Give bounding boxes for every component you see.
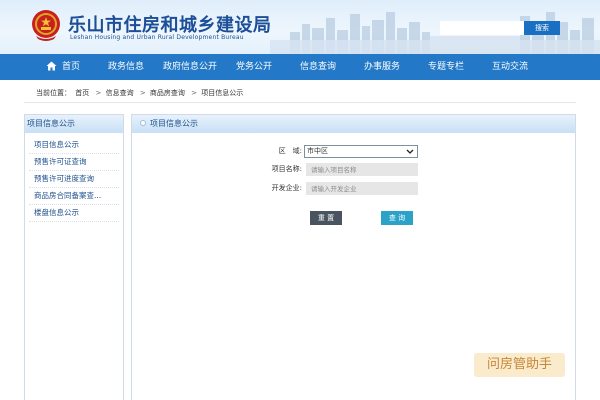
breadcrumb-separator: > [191, 89, 198, 97]
breadcrumb-item-info-query[interactable]: 信息查询 [106, 89, 134, 97]
sidebar-item-presale-progress[interactable]: 预售许可进度查询 [29, 171, 119, 188]
sidebar: 项目信息公示 项目信息公示 预售许可证查询 预售许可进度查询 商品房合同备案查.… [24, 114, 124, 400]
nav-item-gov-disclosure[interactable]: 政府信息公开 [156, 54, 224, 80]
panel-header: 项目信息公示 [132, 115, 575, 133]
breadcrumb-item-home[interactable]: 首页 [75, 89, 89, 97]
sidebar-title: 项目信息公示 [25, 115, 123, 133]
breadcrumb-divider [24, 102, 576, 103]
developer-input[interactable] [306, 182, 418, 195]
nav-item-services[interactable]: 办事服务 [356, 54, 408, 80]
site-header: 乐山市住房和城乡建设局 Leshan Housing and Urban Rur… [0, 0, 600, 54]
developer-label: 开发企业: [271, 184, 302, 192]
site-subtitle: Leshan Housing and Urban Rural Developme… [70, 34, 244, 41]
project-name-label: 项目名称: [271, 165, 302, 173]
watermark-badge: 问房管助手 [474, 353, 565, 377]
search-button[interactable]: 搜索 [524, 21, 560, 35]
reset-button[interactable]: 重 置 [310, 211, 342, 225]
nav-item-interaction[interactable]: 互动交流 [484, 54, 536, 80]
nav-item-info-query[interactable]: 信息查询 [292, 54, 344, 80]
region-label: 区 域: [278, 147, 302, 155]
region-select-value: 市中区 [307, 147, 328, 155]
query-button[interactable]: 查 询 [381, 211, 413, 225]
nav-item-home[interactable]: 首页 [40, 54, 86, 80]
sidebar-item-contract-filing[interactable]: 商品房合同备案查... [29, 188, 119, 205]
breadcrumb-prefix: 当前位置： [36, 89, 71, 97]
sidebar-menu: 项目信息公示 预售许可证查询 预售许可进度查询 商品房合同备案查... 楼盘信息… [25, 133, 123, 222]
panel-title: 项目信息公示 [150, 119, 198, 128]
main-nav: 首页 政务信息 政府信息公开 党务公开 信息查询 办事服务 专题专栏 互动交流 [0, 54, 600, 80]
nav-item-label: 首页 [61, 62, 80, 72]
region-row: 区 域: 市中区 [132, 145, 575, 158]
region-select[interactable]: 市中区 [304, 145, 418, 158]
nav-item-gov-info[interactable]: 政务信息 [100, 54, 152, 80]
breadcrumb-separator: > [139, 89, 146, 97]
breadcrumb-item-current: 项目信息公示 [201, 89, 244, 97]
breadcrumb: 当前位置： 首页 > 信息查询 > 商品房查询 > 项目信息公示 [36, 86, 245, 100]
breadcrumb-item-housing-query[interactable]: 商品房查询 [150, 89, 185, 97]
home-icon [46, 61, 57, 70]
nav-item-party-affairs[interactable]: 党务公开 [228, 54, 280, 80]
project-name-input[interactable] [306, 163, 418, 176]
breadcrumb-separator: > [95, 89, 102, 97]
sidebar-item-project-info[interactable]: 项目信息公示 [29, 137, 119, 154]
project-name-row: 项目名称: [132, 163, 575, 176]
developer-row: 开发企业: [132, 182, 575, 195]
national-emblem-icon [32, 10, 60, 41]
chevron-down-icon [406, 149, 414, 154]
sidebar-item-property-info[interactable]: 楼盘信息公示 [29, 205, 119, 222]
bullet-icon [140, 119, 146, 126]
nav-item-special-topics[interactable]: 专题专栏 [420, 54, 472, 80]
search-input[interactable] [440, 21, 524, 35]
sidebar-item-presale-permit[interactable]: 预售许可证查询 [29, 154, 119, 171]
